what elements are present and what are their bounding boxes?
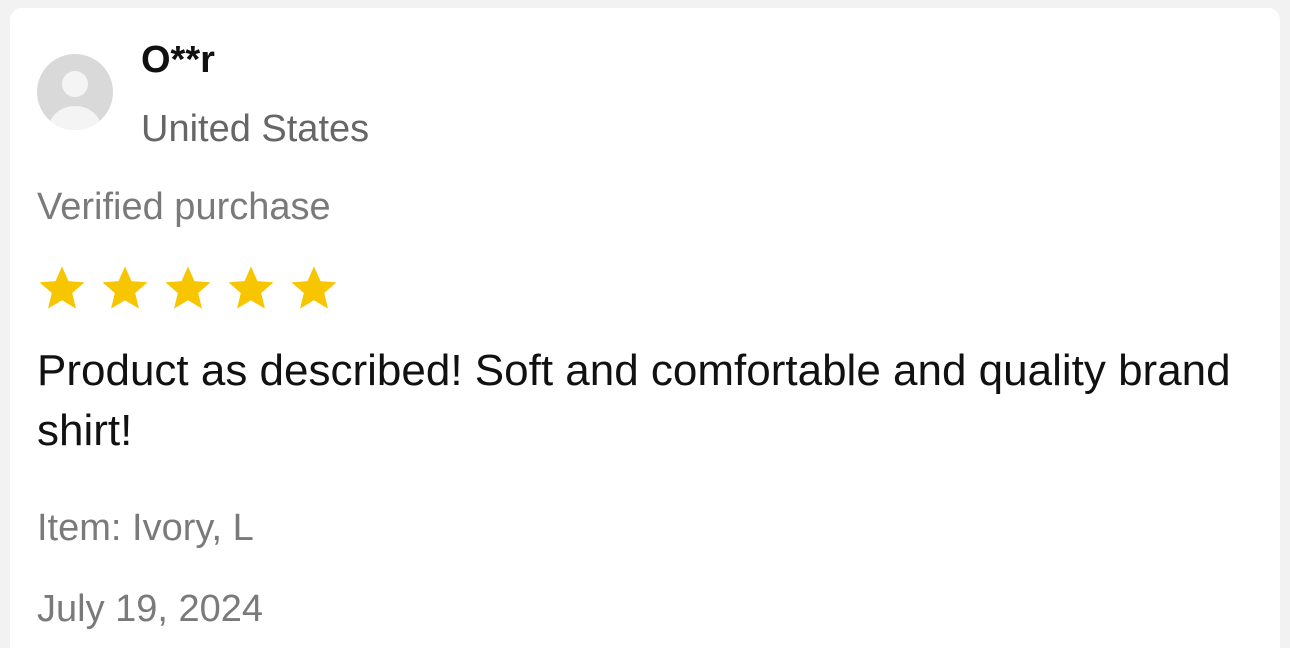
star-icon: [39, 266, 85, 309]
review-text: Product as described! Soft and comfortab…: [37, 346, 1231, 455]
review-header: O**r United States: [37, 36, 369, 153]
review-date: July 19, 2024: [37, 588, 264, 630]
star-icon: [228, 266, 274, 309]
verified-purchase-label: Verified purchase: [37, 186, 331, 228]
user-avatar-icon: [37, 54, 113, 130]
user-country: United States: [141, 108, 370, 150]
star-rating: [37, 263, 352, 313]
item-variant: Item: Ivory, L: [37, 507, 254, 549]
star-icon: [291, 266, 337, 309]
star-icon: [165, 266, 211, 309]
user-info: O**r United States: [141, 36, 369, 153]
user-name: O**r: [141, 39, 215, 81]
star-icon: [102, 266, 148, 309]
review-card: O**r United States Verified purchase Pro…: [10, 8, 1280, 648]
